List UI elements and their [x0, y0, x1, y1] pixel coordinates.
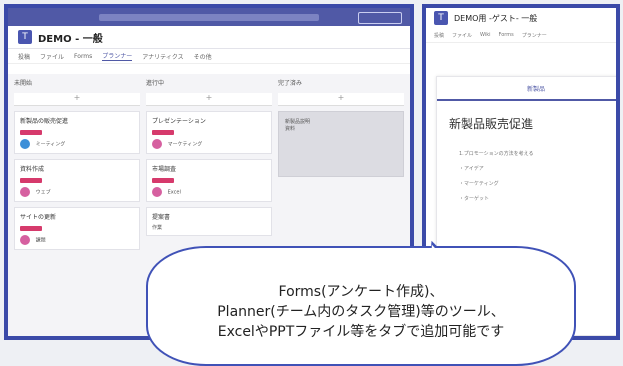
avatar: [20, 187, 30, 197]
bucket-column: 未開始 + 新製品の販売促進 ミーティング 資料作成 ウェブ サイトの更新 課題: [14, 74, 140, 336]
avatar: [152, 139, 162, 149]
tab-bar: 投稿 ファイル Wiki Forms プランナー: [426, 28, 616, 43]
task-label: [152, 130, 174, 135]
bucket-name: 完了済み: [278, 80, 303, 87]
callout-line-2: Planner(チーム内のタスク管理)等のツール、: [217, 304, 505, 320]
doc-bullet: ・アイデア: [459, 166, 484, 172]
add-task-button[interactable]: +: [14, 93, 140, 106]
task-title: 資料作成: [20, 166, 45, 173]
task-label: [20, 226, 42, 231]
channel-header: T DEMO - 一般: [8, 26, 410, 49]
channel-title: DEMO - 一般: [38, 33, 103, 45]
task-tag: 課題: [35, 237, 46, 244]
channel-title: DEMO用 -ゲスト- 一般: [454, 13, 538, 23]
doc-bullet: 1.プロモーションの方法を考える: [459, 151, 534, 157]
callout-bubble: Forms(アンケート作成)、 Planner(チーム内のタスク管理)等のツール…: [146, 246, 576, 366]
bucket-name: 未開始: [14, 80, 33, 87]
task-card[interactable]: プレゼンテーション マーケティング: [146, 111, 272, 154]
add-task-button[interactable]: +: [146, 93, 272, 106]
doc-bullet: ・ターゲット: [459, 196, 490, 202]
task-card[interactable]: サイトの更新 課題: [14, 207, 140, 250]
tab-forms[interactable]: Forms: [499, 32, 514, 38]
tab-planner[interactable]: プランナー: [102, 51, 133, 61]
task-tag: 資料: [285, 126, 296, 132]
task-card[interactable]: 資料作成 ウェブ: [14, 159, 140, 202]
search-input[interactable]: [99, 13, 319, 21]
tab-posts[interactable]: 投稿: [18, 52, 30, 61]
add-task-button[interactable]: +: [278, 93, 404, 106]
avatar: [20, 139, 30, 149]
task-title: サイトの更新: [20, 214, 57, 221]
task-tag: マーケティング: [167, 141, 203, 148]
teams-icon: T: [18, 30, 32, 44]
task-title: プレゼンテーション: [152, 118, 206, 125]
tab-posts[interactable]: 投稿: [434, 32, 444, 39]
tab-files[interactable]: ファイル: [452, 32, 472, 39]
tab-bar: 投稿 ファイル Forms プランナー アナリティクス その他: [8, 49, 410, 64]
task-label: [20, 178, 42, 183]
task-title: 新製品の販売促進: [20, 118, 69, 125]
doc-title: 新製品販売促進: [449, 117, 534, 131]
avatar: [152, 187, 162, 197]
callout-line-1: Forms(アンケート作成)、: [278, 284, 444, 300]
avatar: [20, 235, 30, 245]
task-tag: 作業: [152, 225, 163, 231]
bucket-name: 進行中: [146, 80, 165, 87]
task-card[interactable]: 市場調査 Excel: [146, 159, 272, 202]
top-bar: [8, 8, 410, 26]
task-card[interactable]: 提案書 作業: [146, 207, 272, 236]
tab-files[interactable]: ファイル: [40, 52, 64, 61]
tab-forms[interactable]: Forms: [74, 53, 92, 60]
top-button[interactable]: [358, 12, 402, 24]
task-tag: ミーティング: [35, 141, 66, 148]
task-title: 新製品説明: [285, 119, 311, 125]
task-tag: ウェブ: [35, 189, 51, 196]
doc-bullet: ・マーケティング: [459, 181, 499, 187]
callout-line-3: ExcelやPPTファイル等をタブで追加可能です: [217, 324, 505, 340]
task-card[interactable]: 新製品の販売促進 ミーティング: [14, 111, 140, 154]
task-title: 市場調査: [152, 166, 177, 173]
tab-analytics[interactable]: アナリティクス: [142, 52, 183, 61]
doc-section-bar: 新製品: [437, 77, 616, 101]
tab-more[interactable]: その他: [194, 52, 212, 61]
tab-wiki[interactable]: Wiki: [480, 32, 491, 38]
task-card-completed[interactable]: 新製品説明 資料: [278, 111, 404, 177]
task-title: 提案書: [152, 214, 171, 221]
channel-header: T DEMO用 -ゲスト- 一般: [426, 8, 616, 28]
teams-icon: T: [434, 11, 448, 25]
tab-planner[interactable]: プランナー: [522, 32, 547, 39]
callout-text: Forms(アンケート作成)、 Planner(チーム内のタスク管理)等のツール…: [148, 282, 574, 342]
task-label: [20, 130, 42, 135]
task-tag: Excel: [167, 189, 181, 196]
task-label: [152, 178, 174, 183]
